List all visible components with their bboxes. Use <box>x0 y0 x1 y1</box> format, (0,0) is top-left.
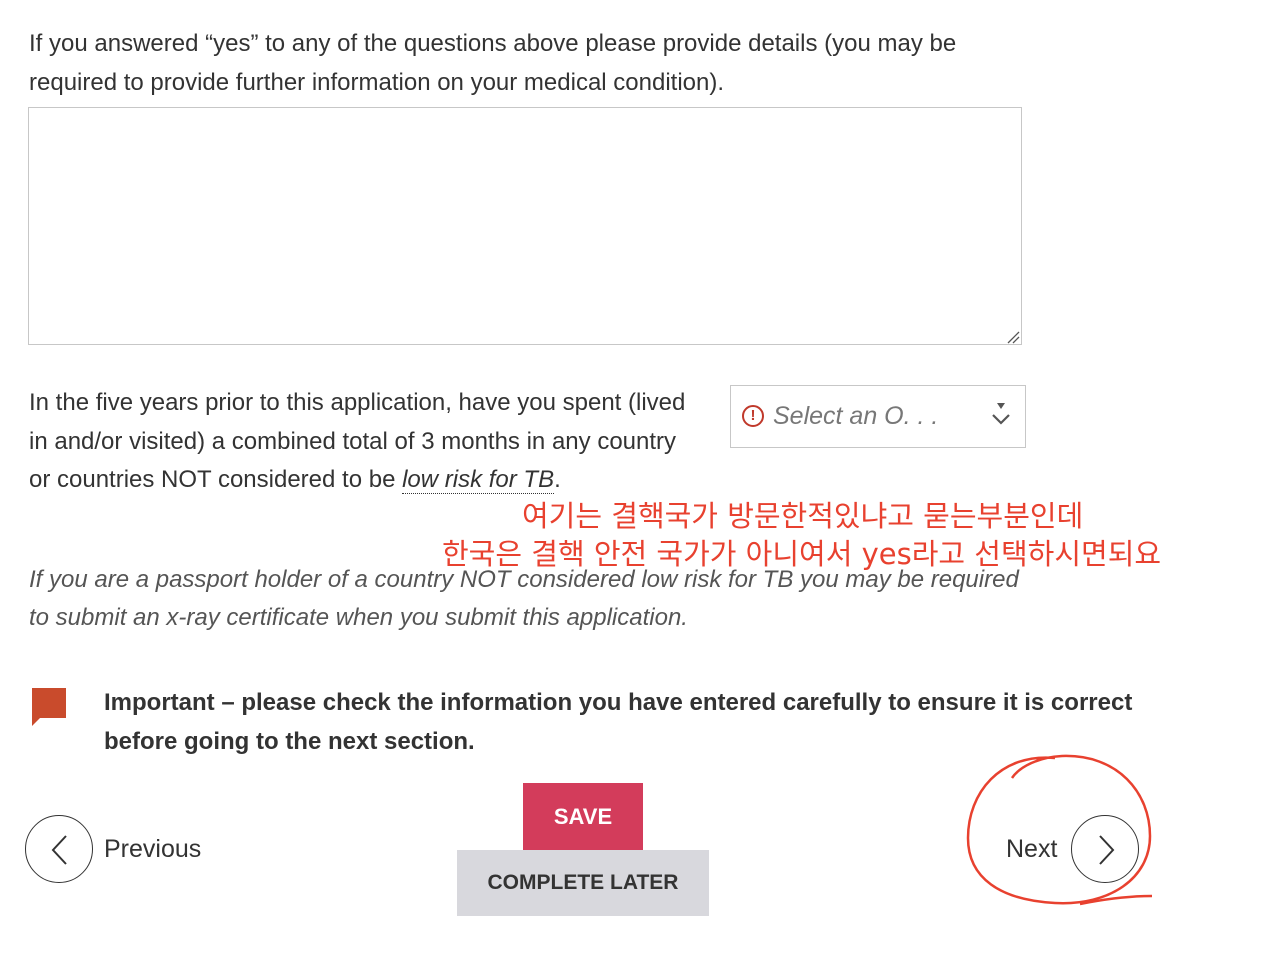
tb-question-period: . <box>554 466 561 493</box>
tb-question-label: In the five years prior to this applicat… <box>29 384 699 500</box>
complete-later-button[interactable]: COMPLETE LATER <box>457 850 709 916</box>
details-question-label: If you answered “yes” to any of the ques… <box>29 30 957 96</box>
resize-grip-icon[interactable] <box>1004 328 1020 344</box>
annotation-line-2: 한국은 결핵 안전 국가가 아니여서 yes라고 선택하시면되요 <box>442 537 1162 571</box>
chevron-left-icon <box>51 835 67 865</box>
flag-icon <box>32 688 66 726</box>
warning-icon: ! <box>742 405 764 427</box>
save-button[interactable]: SAVE <box>523 783 643 850</box>
select-placeholder: Select an O. . . <box>773 402 939 430</box>
details-textarea[interactable] <box>28 107 1022 345</box>
low-risk-tb-link[interactable]: low risk for TB <box>402 466 555 494</box>
tb-question-text: In the five years prior to this applicat… <box>29 389 686 493</box>
annotation-circle <box>966 754 1153 906</box>
previous-label[interactable]: Previous <box>104 835 201 864</box>
previous-button[interactable] <box>25 815 93 883</box>
annotation-line-1: 여기는 결핵국가 방문한적있냐고 묻는부분인데 <box>522 499 1084 533</box>
chevron-down-icon <box>992 403 1010 425</box>
tb-answer-select[interactable]: ! Select an O. . . <box>730 385 1026 448</box>
